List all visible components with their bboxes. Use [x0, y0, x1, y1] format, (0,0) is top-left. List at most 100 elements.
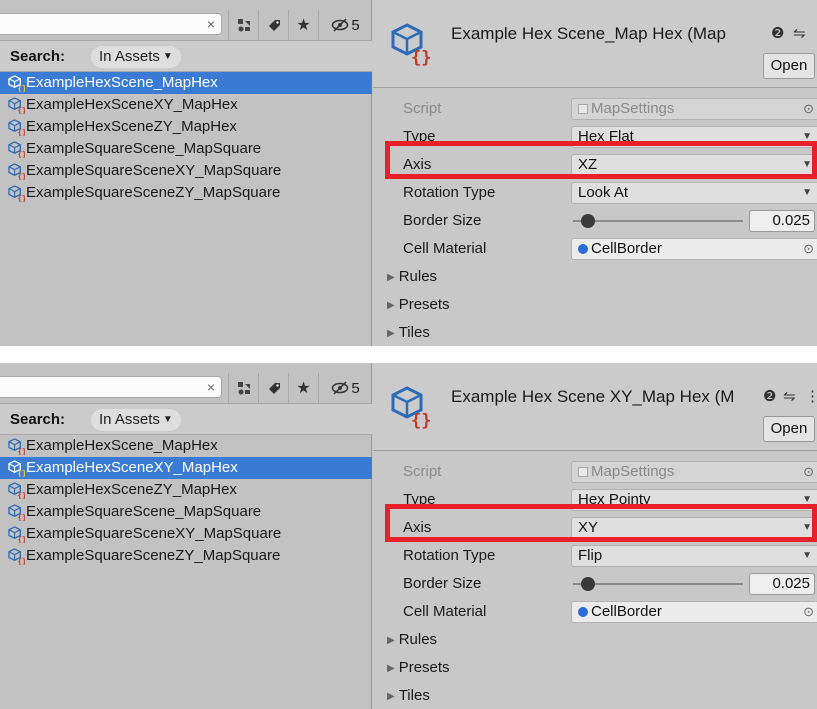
- hidden-packages-toggle[interactable]: 5: [318, 373, 372, 403]
- search-input[interactable]: ×: [0, 13, 222, 35]
- list-item[interactable]: {}ExampleHexSceneZY_MapHex: [0, 479, 372, 501]
- scriptable-asset-icon: {}: [8, 504, 25, 521]
- presets-foldout[interactable]: ▶ Presets: [373, 654, 817, 682]
- open-button[interactable]: Open: [763, 416, 815, 442]
- search-scope-dropdown[interactable]: In Assets ▼: [91, 409, 181, 431]
- unity-panel-2: × ★ 5 Search: In Assets▼ {}ExampleHexSce…: [0, 363, 817, 709]
- inspector-title: Example Hex Scene XY_Map Hex (M: [451, 387, 735, 406]
- cell-material-field[interactable]: CellBorder ⊙: [571, 238, 817, 260]
- label-tag-icon[interactable]: [258, 373, 288, 403]
- list-item[interactable]: {}ExampleSquareScene_MapSquare: [0, 138, 372, 160]
- foldout-triangle-icon: ▶: [387, 691, 395, 702]
- scriptable-asset-icon: {}: [8, 141, 25, 158]
- svg-text:{}: {}: [17, 194, 25, 202]
- chevron-down-icon: ▼: [162, 414, 173, 425]
- scriptable-asset-icon: {}: [8, 75, 25, 92]
- search-scope-dropdown[interactable]: In Assets ▼: [91, 46, 181, 68]
- list-item[interactable]: {}ExampleHexScene_MapHex: [0, 72, 372, 94]
- settings-sliders-icon[interactable]: ⇋: [783, 387, 796, 405]
- project-toolbar: × ★ 5: [0, 10, 372, 40]
- filter-type-icon[interactable]: [228, 10, 258, 40]
- svg-text:{}: {}: [17, 513, 25, 521]
- help-icon[interactable]: ❷: [771, 24, 784, 42]
- cell-material-field[interactable]: CellBorder ⊙: [571, 601, 817, 623]
- search-label: Search:: [10, 411, 66, 428]
- object-picker-icon[interactable]: ⊙: [803, 602, 814, 622]
- slider-track[interactable]: [573, 583, 743, 585]
- scriptable-asset-icon: {}: [8, 460, 25, 477]
- rules-foldout[interactable]: ▶ Rules: [373, 263, 817, 291]
- hidden-count: 5: [351, 379, 360, 397]
- presets-foldout[interactable]: ▶ Presets: [373, 291, 817, 319]
- tiles-foldout[interactable]: ▶ Tiles: [373, 319, 817, 346]
- help-icon[interactable]: ❷: [763, 387, 776, 405]
- border-size-input[interactable]: 0.025: [749, 573, 815, 595]
- scope-label: In Assets: [99, 48, 160, 65]
- svg-text:{}: {}: [17, 106, 25, 114]
- border-size-input[interactable]: 0.025: [749, 210, 815, 232]
- hidden-packages-toggle[interactable]: 5: [318, 10, 372, 40]
- script-field: MapSettings ⊙: [571, 98, 817, 120]
- search-scope-row: Search: In Assets ▼: [0, 403, 372, 435]
- list-item[interactable]: {}ExampleHexSceneZY_MapHex: [0, 116, 372, 138]
- rotation-dropdown[interactable]: Look At ▼: [571, 182, 817, 204]
- label-tag-icon[interactable]: [258, 10, 288, 40]
- more-options-icon[interactable]: ⋮: [805, 387, 817, 405]
- rotation-row: Rotation Type Look At ▼: [373, 179, 817, 207]
- border-size-slider[interactable]: 0.025: [571, 573, 817, 595]
- material-icon: [578, 607, 588, 617]
- svg-text:{}: {}: [17, 535, 25, 543]
- border-size-row: Border Size 0.025: [373, 570, 817, 598]
- inspector: {} Example Hex Scene XY_Map Hex (M ❷ ⇋ ⋮…: [373, 363, 817, 709]
- border-size-slider[interactable]: 0.025: [571, 210, 817, 232]
- open-button[interactable]: Open: [763, 53, 815, 79]
- svg-text:{}: {}: [17, 469, 25, 477]
- scriptable-asset-icon: {}: [391, 23, 431, 66]
- script-row: Script MapSettings ⊙: [373, 95, 817, 123]
- inspector-header: {} Example Hex Scene_Map Hex (Map ❷ ⇋ Op…: [373, 0, 817, 88]
- foldout-triangle-icon: ▶: [387, 328, 395, 339]
- list-item[interactable]: {}ExampleHexScene_MapHex: [0, 435, 372, 457]
- list-item[interactable]: {}ExampleSquareSceneZY_MapSquare: [0, 182, 372, 204]
- rules-foldout[interactable]: ▶ Rules: [373, 626, 817, 654]
- search-input[interactable]: ×: [0, 376, 222, 398]
- slider-track[interactable]: [573, 220, 743, 222]
- material-icon: [578, 244, 588, 254]
- close-icon[interactable]: ×: [207, 14, 215, 34]
- scope-label: In Assets: [99, 411, 160, 428]
- list-item[interactable]: {}ExampleSquareScene_MapSquare: [0, 501, 372, 523]
- list-item[interactable]: {}ExampleSquareSceneZY_MapSquare: [0, 545, 372, 567]
- search-label: Search:: [10, 48, 66, 65]
- settings-sliders-icon[interactable]: ⇋: [793, 24, 806, 42]
- list-item[interactable]: {}ExampleHexSceneXY_MapHex: [0, 457, 372, 479]
- list-item[interactable]: {}ExampleSquareSceneXY_MapSquare: [0, 523, 372, 545]
- dropdown-caret-icon: ▼: [802, 550, 812, 561]
- slider-handle[interactable]: [581, 214, 595, 228]
- svg-text:{}: {}: [17, 150, 25, 158]
- foldout-triangle-icon: ▶: [387, 635, 395, 646]
- rotation-dropdown[interactable]: Flip ▼: [571, 545, 817, 567]
- favorite-star-icon[interactable]: ★: [288, 10, 318, 40]
- filter-type-icon[interactable]: [228, 373, 258, 403]
- object-picker-icon[interactable]: ⊙: [803, 239, 814, 259]
- object-picker-icon[interactable]: ⊙: [803, 462, 814, 482]
- list-item[interactable]: {}ExampleSquareSceneXY_MapSquare: [0, 160, 372, 182]
- scriptable-asset-icon: {}: [8, 119, 25, 136]
- border-size-row: Border Size 0.025: [373, 207, 817, 235]
- hidden-eye-icon: [332, 18, 349, 32]
- favorite-star-icon[interactable]: ★: [288, 373, 318, 403]
- foldout-triangle-icon: ▶: [387, 272, 395, 283]
- svg-text:{}: {}: [17, 491, 25, 499]
- inspector-title: Example Hex Scene_Map Hex (Map: [451, 24, 726, 43]
- slider-handle[interactable]: [581, 577, 595, 591]
- svg-text:{}: {}: [17, 447, 25, 455]
- script-icon: [578, 104, 588, 114]
- tiles-foldout[interactable]: ▶ Tiles: [373, 682, 817, 709]
- scriptable-asset-icon: {}: [8, 185, 25, 202]
- inspector-header: {} Example Hex Scene XY_Map Hex (M ❷ ⇋ ⋮…: [373, 363, 817, 451]
- object-picker-icon[interactable]: ⊙: [803, 99, 814, 119]
- close-icon[interactable]: ×: [207, 377, 215, 397]
- inspector-fields: Script MapSettings ⊙ Type Hex Flat ▼ Axis …: [373, 95, 817, 346]
- inspector: {} Example Hex Scene_Map Hex (Map ❷ ⇋ Op…: [373, 0, 817, 346]
- list-item[interactable]: {}ExampleHexSceneXY_MapHex: [0, 94, 372, 116]
